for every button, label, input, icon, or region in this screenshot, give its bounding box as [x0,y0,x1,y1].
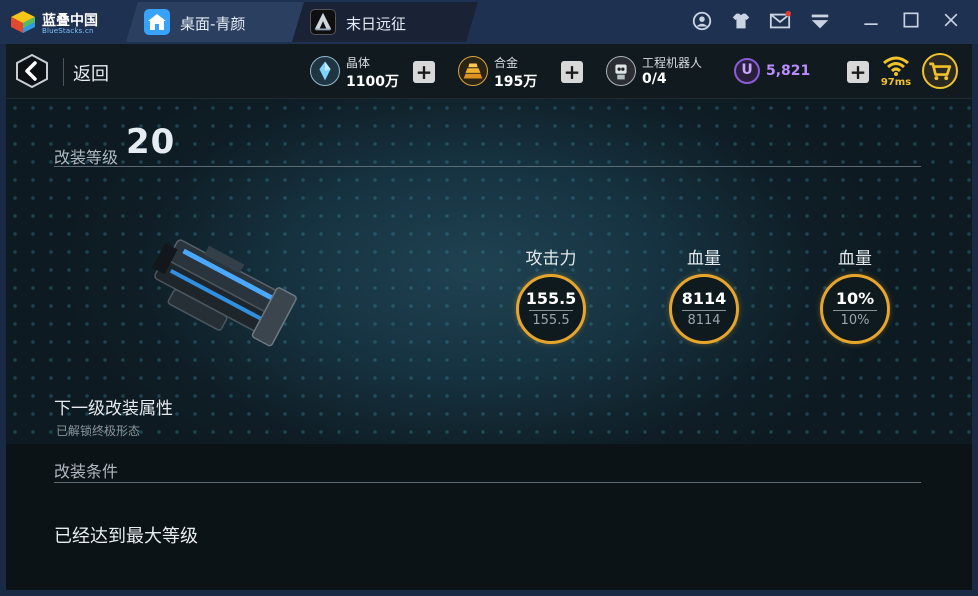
conditions-panel [6,444,972,590]
add-alloy-button[interactable]: + [561,61,583,83]
resource-name: 合金 [494,56,519,70]
modify-level-value: 20 [126,122,176,162]
stat-ring: 10% 10% [820,274,890,344]
cart-icon [929,62,952,81]
network-ping: 97ms [876,51,916,91]
premium-currency-icon: U [734,58,760,84]
divider [54,166,921,167]
tab-desktop[interactable]: 桌面-青颜 [126,2,304,42]
back-arrow-icon [16,53,48,89]
account-icon[interactable] [690,10,714,34]
stat-next-value: 10% [840,313,870,328]
crystal-icon [310,56,340,86]
alloy-icon [458,56,488,86]
divider [529,310,573,311]
divider [833,310,877,311]
divider [682,310,726,311]
resource-value: 0/4 [642,71,667,87]
stat-current-value: 155.5 [525,289,577,308]
brand-subtitle: BlueStacks.cn [42,27,94,35]
ping-value: 97ms [880,77,912,88]
stat-title: 血量 [838,249,872,269]
robot-icon [606,56,636,86]
next-level-title: 下一级改装属性 [54,399,173,419]
stat-next-value: 155.5 [532,313,570,328]
premium-value: 5,821 [766,63,811,79]
bluestacks-logo-icon [11,11,35,33]
conditions-label: 改装条件 [54,462,119,481]
tab-label: 末日远征 [346,15,407,33]
shop-button[interactable] [922,53,958,89]
stat-title: 攻击力 [525,249,577,269]
shirt-icon[interactable] [729,10,753,34]
wifi-icon [883,56,909,76]
stat-ring: 155.5 155.5 [516,274,586,344]
add-premium-button[interactable]: + [847,61,869,83]
bluestacks-logo[interactable]: 蓝叠中国 BlueStacks.cn [10,8,110,36]
maximize-icon[interactable] [899,10,923,34]
mail-icon[interactable] [768,10,792,34]
home-icon [144,9,170,35]
resource-name: 晶体 [346,56,371,70]
stat-current-value: 10% [835,289,875,308]
divider [63,58,64,86]
resource-value: 1100万 [346,74,399,90]
tab-game[interactable]: 末日远征 [292,2,478,42]
stat-title: 血量 [687,249,721,269]
stat-next-value: 8114 [687,313,721,328]
tab-label: 桌面-青颜 [180,15,246,33]
game-screen: 返回 晶体 1100万 + 合金 195万 + 工程机器人 0/4 U 5,82… [6,44,972,590]
emulator-titlebar: 蓝叠中国 BlueStacks.cn 桌面-青颜 末日远征 [0,0,978,44]
close-icon[interactable] [939,10,963,34]
weapon-image [152,239,297,347]
resource-name: 工程机器人 [642,56,703,70]
minimize-icon[interactable] [859,10,883,34]
resource-value: 195万 [494,74,538,90]
next-level-subtitle: 已解锁终极形态 [56,424,141,438]
game-app-icon [310,9,336,35]
resource-bar: 返回 晶体 1100万 + 合金 195万 + 工程机器人 0/4 U 5,82… [6,44,972,99]
premium-badge: U [741,62,753,78]
max-level-message: 已经达到最大等级 [54,526,198,547]
menu-icon[interactable] [808,10,832,34]
modify-level-label: 改装等级 [54,148,119,167]
divider [54,482,921,483]
stat-current-value: 8114 [681,289,727,308]
stat-ring: 8114 8114 [669,274,739,344]
back-label[interactable]: 返回 [73,60,109,86]
back-button[interactable] [14,53,50,89]
add-crystal-button[interactable]: + [413,61,435,83]
